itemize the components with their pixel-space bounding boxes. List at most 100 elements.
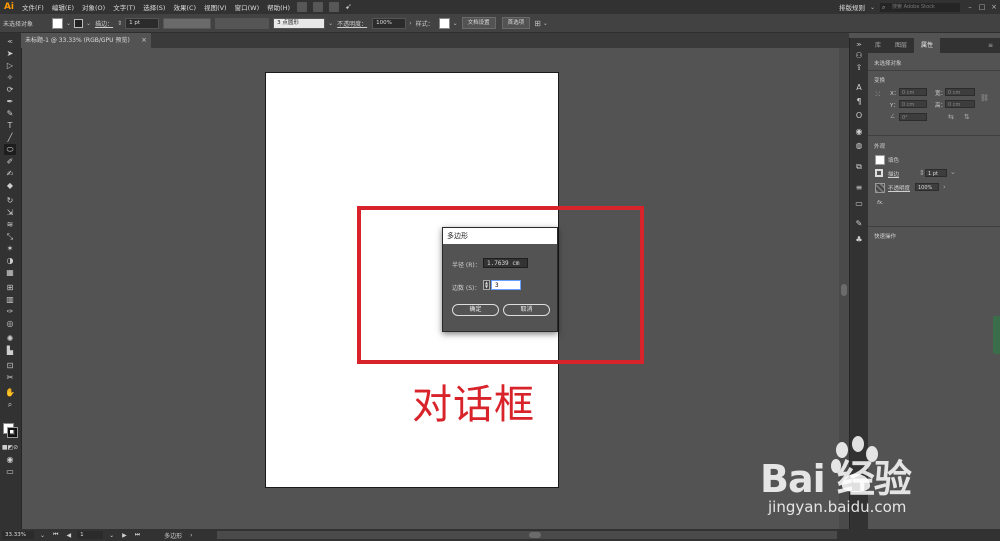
opacity-field[interactable]: 100% (372, 17, 407, 29)
chevron-down-icon[interactable]: ⌄ (870, 4, 875, 11)
dialog-title[interactable]: 多边形 (443, 228, 557, 244)
color-mode-icon[interactable]: ■◩⊘ (2, 442, 18, 453)
tab-layers[interactable]: 图层 (888, 38, 914, 53)
menu-help[interactable]: 帮助(H) (263, 2, 294, 12)
last-artboard-icon[interactable]: ⏭ (135, 531, 140, 539)
stepper-icon[interactable]: ⇕ (117, 20, 122, 27)
chevron-down-icon[interactable]: ⌄ (543, 20, 548, 27)
color-guide-icon[interactable]: ◍ (854, 140, 864, 150)
rotate-tool-icon[interactable]: ↻ (4, 195, 16, 206)
column-graph-tool-icon[interactable]: ▙ (4, 345, 16, 356)
pathfinder-icon[interactable]: ⧉ (854, 162, 864, 172)
first-artboard-icon[interactable]: ⏮ (53, 531, 58, 539)
chevron-down-icon[interactable]: ⌄ (86, 20, 91, 27)
y-field[interactable]: 0 cm (899, 100, 927, 108)
opacity-field[interactable]: 100% (915, 183, 939, 191)
perspective-grid-tool-icon[interactable]: ▦ (4, 267, 16, 278)
gradient-tool-icon[interactable]: ▥ (4, 294, 16, 305)
link-proportions-icon[interactable]: ⛓ (980, 94, 989, 102)
menu-file[interactable]: 文件(F) (18, 2, 48, 12)
stroke-swatch[interactable] (875, 169, 883, 177)
collapse-icon[interactable]: ≫ (854, 40, 864, 50)
stroke-weight-field[interactable]: 1 pt (125, 17, 160, 29)
height-field[interactable]: 0 cm (945, 100, 975, 108)
flip-vertical-icon[interactable]: ⇅ (964, 113, 970, 121)
reference-point-icon[interactable]: ⁙ (874, 90, 882, 100)
lasso-tool-icon[interactable]: ⟳ (4, 84, 16, 95)
paintbrush-tool-icon[interactable]: ✐ (4, 156, 16, 167)
eraser-tool-icon[interactable]: ◆ (4, 180, 16, 191)
menu-object[interactable]: 对象(O) (78, 2, 109, 12)
puppet-warp-tool-icon[interactable]: ✶ (4, 243, 16, 254)
brush-definition[interactable] (215, 17, 270, 29)
brush-select[interactable]: 3 点圆形 (273, 17, 326, 29)
paragraph-panel-icon[interactable]: ¶ (854, 96, 864, 106)
asset-export-icon[interactable]: ⇪ (854, 62, 864, 72)
color-panel-icon[interactable]: ◉ (854, 126, 864, 136)
align-icon[interactable]: ⊞ (534, 19, 541, 28)
maximize-icon[interactable]: □ (976, 3, 988, 11)
chevron-down-icon[interactable]: ⌄ (40, 532, 45, 539)
mesh-tool-icon[interactable]: ⊞ (4, 282, 16, 293)
radius-input[interactable]: 1.7639 cm (483, 258, 528, 268)
fill-stroke-indicator[interactable] (3, 423, 18, 438)
symbol-sprayer-tool-icon[interactable]: ✺ (4, 333, 16, 344)
zoom-tool-icon[interactable]: ⌕ (4, 399, 16, 410)
pen-tool-icon[interactable]: ✒ (4, 96, 16, 107)
graphic-style-swatch[interactable] (438, 17, 450, 29)
stroke-weight-field[interactable]: 1 pt (925, 169, 947, 177)
tab-properties[interactable]: 属性 (914, 38, 941, 53)
polygon-tool-icon[interactable]: ⬭ (4, 144, 16, 155)
chevron-right-icon[interactable]: › (409, 20, 411, 27)
stroke-panel-icon[interactable]: ≡ (854, 182, 864, 192)
type-tool-icon[interactable]: T (4, 120, 16, 131)
tab-libraries[interactable]: 库 (868, 38, 888, 53)
chevron-down-icon[interactable]: ⌄ (950, 168, 956, 176)
preferences-button[interactable]: 首选项 (501, 17, 531, 29)
shape-builder-tool-icon[interactable]: ◑ (4, 255, 16, 266)
menu-view[interactable]: 视图(V) (200, 2, 231, 12)
width-field[interactable]: 0 cm (945, 88, 975, 96)
menu-type[interactable]: 文字(T) (109, 2, 139, 12)
bridge-icon[interactable] (297, 2, 308, 12)
selection-tool-icon[interactable]: ➤ (4, 48, 16, 59)
variable-width-profile[interactable] (163, 17, 212, 29)
magic-wand-tool-icon[interactable]: ✧ (4, 72, 16, 83)
sides-input[interactable]: 3 (491, 280, 521, 290)
chevron-down-icon[interactable]: ⌄ (453, 20, 458, 27)
ok-button[interactable]: 确定 (452, 304, 499, 316)
eyedropper-tool-icon[interactable]: ✑ (4, 306, 16, 317)
shaper-tool-icon[interactable]: ✍ (4, 168, 16, 179)
menu-select[interactable]: 选择(S) (139, 2, 169, 12)
scale-tool-icon[interactable]: ⇲ (4, 207, 16, 218)
blend-tool-icon[interactable]: ◎ (4, 318, 16, 329)
panel-menu-icon[interactable]: ≡ (981, 38, 1000, 53)
document-tab[interactable]: 未标题-1 @ 33.33% (RGB/GPU 预览) × (21, 33, 151, 48)
symbols-icon[interactable]: ♣ (854, 234, 864, 244)
document-setup-button[interactable]: 文档设置 (461, 17, 496, 29)
gpu-rocket-icon[interactable]: ➹ (345, 2, 355, 12)
effects-button[interactable]: fx. (877, 200, 884, 206)
screen-mode-icon[interactable]: ▭ (4, 466, 16, 477)
cancel-button[interactable]: 取消 (503, 304, 550, 316)
workspace-switcher[interactable]: 排版规则 (835, 2, 869, 12)
rotate-field[interactable]: 0° (899, 113, 927, 121)
stock-icon[interactable] (313, 2, 324, 12)
character-panel-icon[interactable]: A (854, 82, 864, 92)
brushes-icon[interactable]: ✎ (854, 218, 864, 228)
collapse-icon[interactable]: ≪ (4, 36, 16, 47)
minimize-icon[interactable]: – (964, 3, 976, 11)
opacity-label[interactable]: 不透明度 (888, 184, 910, 192)
chevron-down-icon[interactable]: ⌄ (328, 20, 333, 27)
chevron-down-icon[interactable]: ⌄ (109, 532, 114, 539)
scrollbar-thumb[interactable] (841, 284, 847, 296)
stock-search-input[interactable]: ⌕ 搜索 Adobe Stock (880, 2, 960, 12)
sides-stepper[interactable]: ▲ ▼ (483, 280, 490, 290)
opentype-panel-icon[interactable]: O (854, 110, 864, 120)
previous-artboard-icon[interactable]: ◀ (66, 532, 71, 539)
horizontal-scrollbar[interactable] (216, 531, 837, 539)
next-artboard-icon[interactable]: ▶ (122, 532, 127, 539)
close-icon[interactable]: × (988, 3, 1000, 11)
scrollbar-thumb[interactable] (528, 532, 541, 538)
line-tool-icon[interactable]: ╱ (4, 132, 16, 143)
